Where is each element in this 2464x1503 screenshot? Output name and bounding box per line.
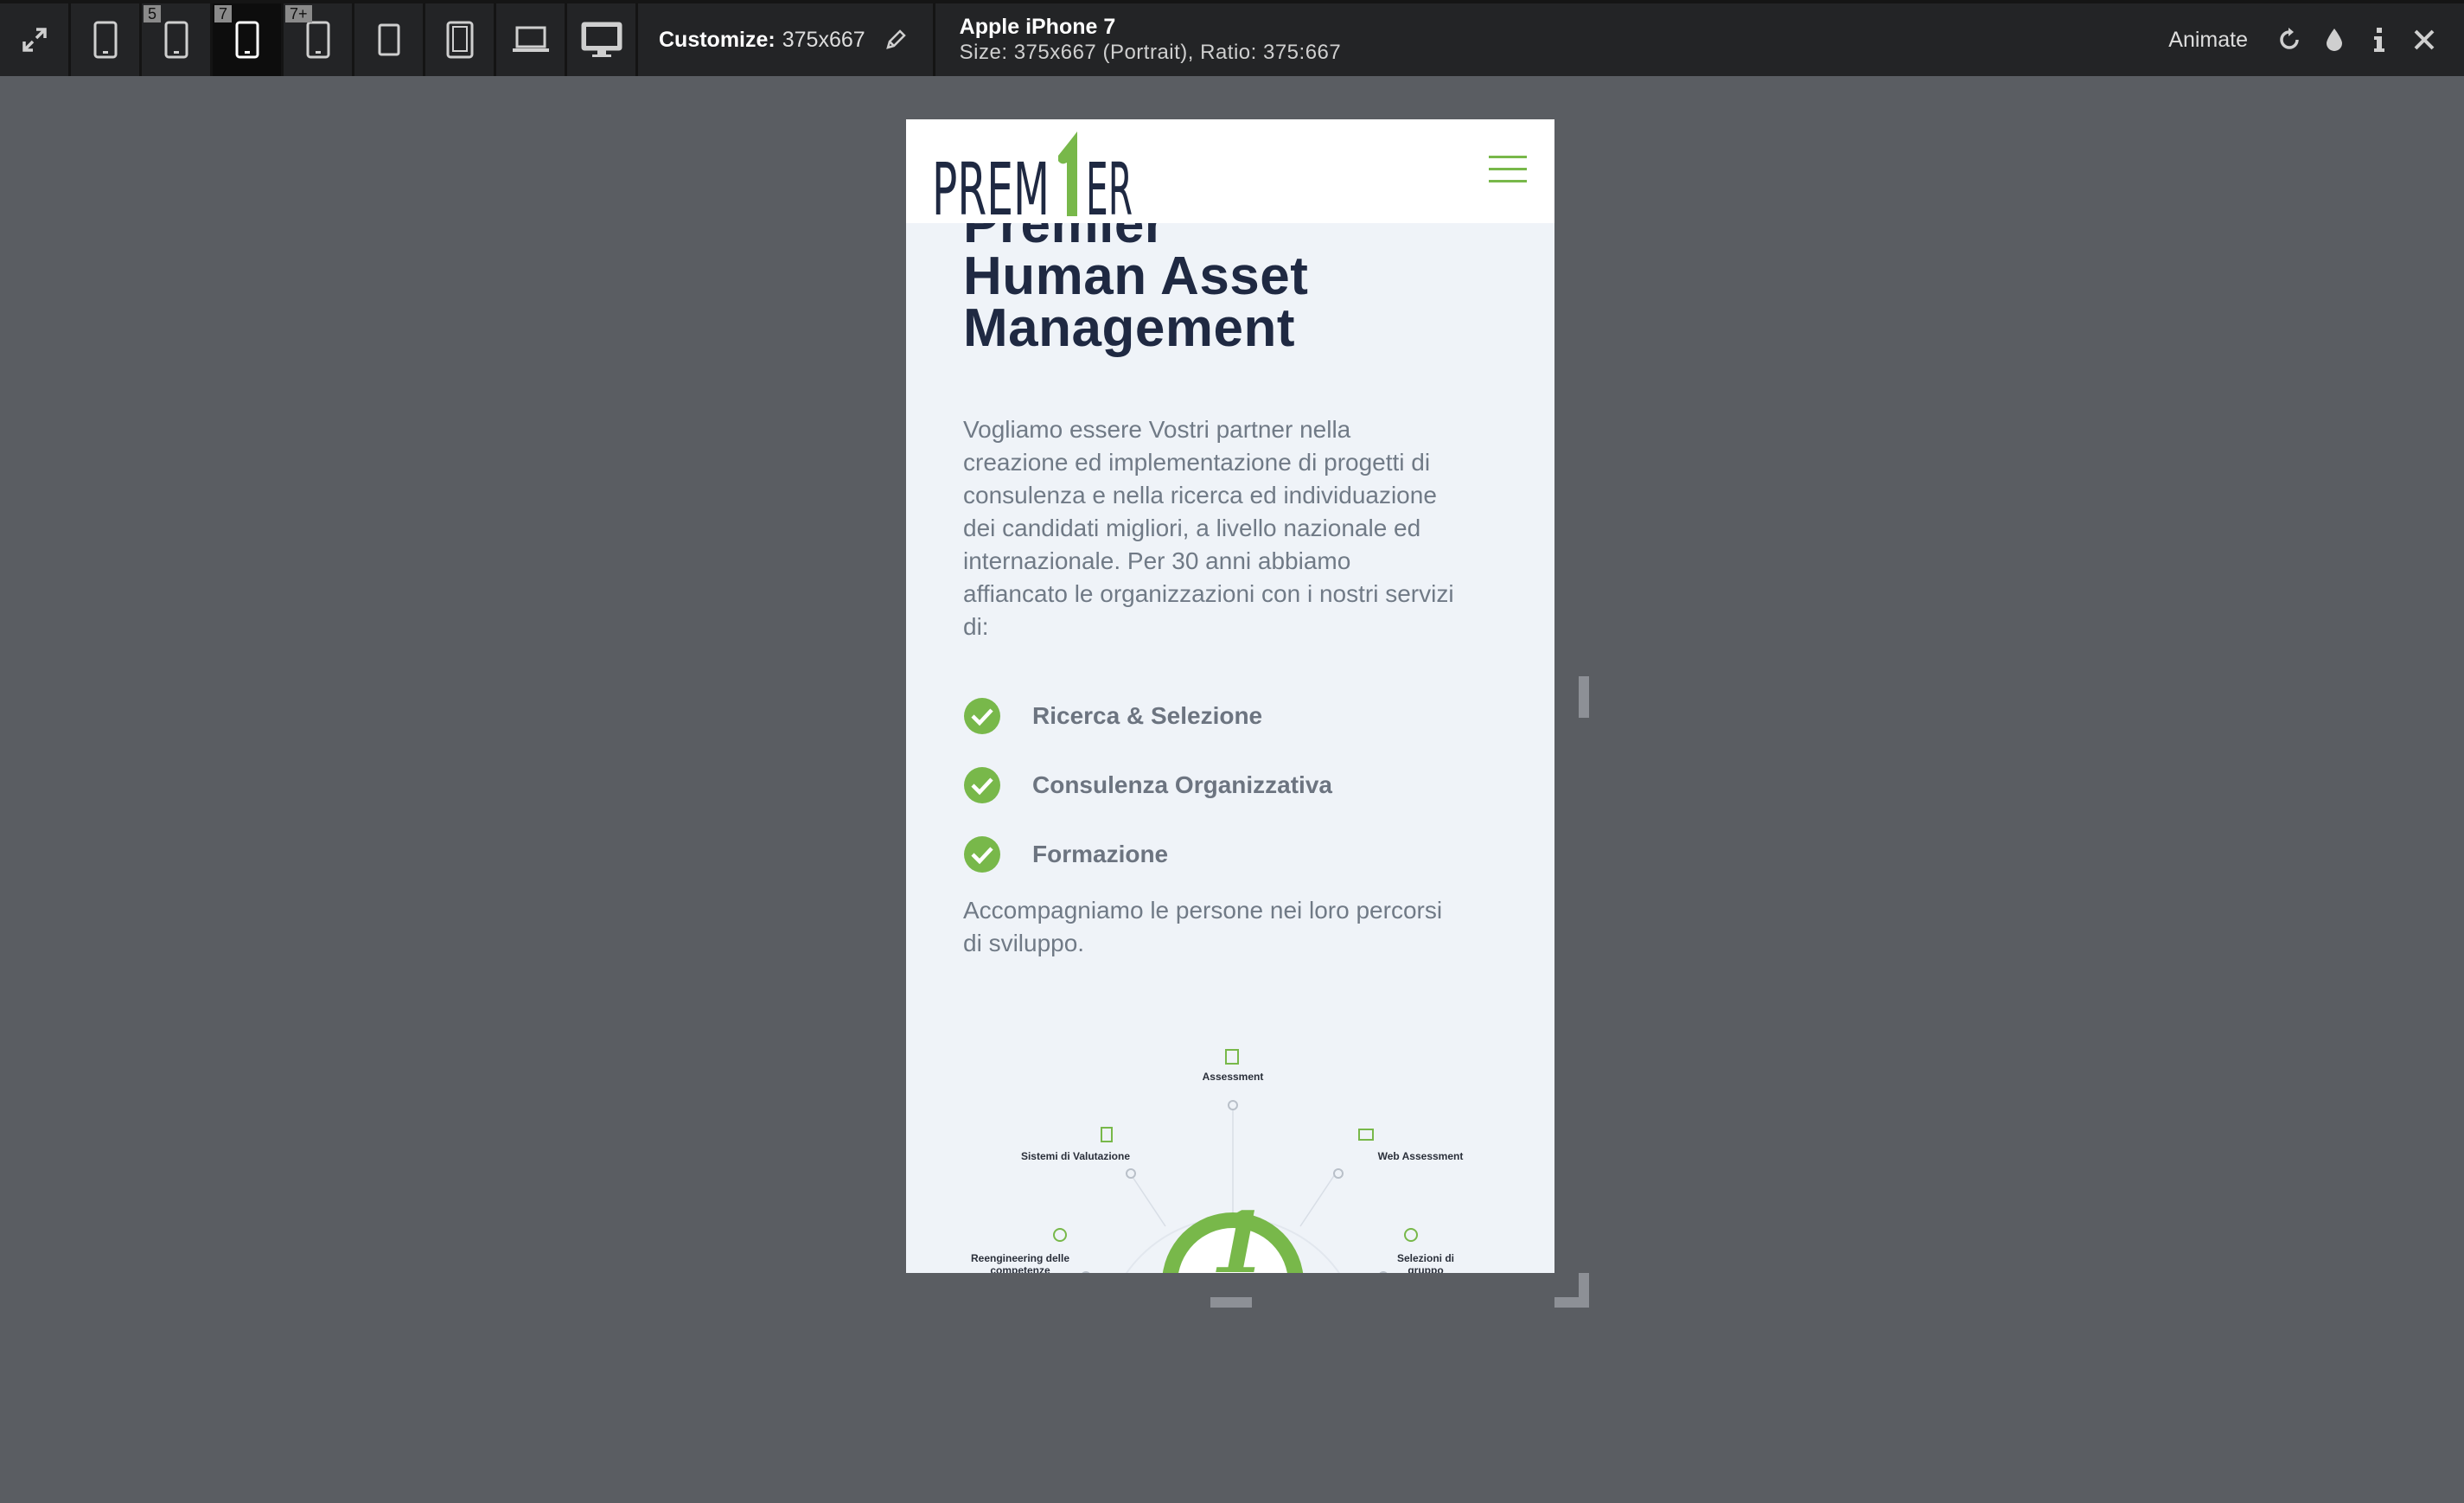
device-badge: 7+ (285, 5, 312, 22)
list-item: Ricerca & Selezione (963, 681, 1332, 751)
device-tablet-button[interactable] (425, 3, 496, 76)
hero-title-line2: Management (963, 298, 1295, 358)
resize-handle-bottom[interactable] (1210, 1297, 1252, 1308)
check-circle-icon (964, 767, 1000, 803)
device-badge: 5 (144, 5, 162, 22)
list-item: Formazione (963, 820, 1332, 889)
rotate-button[interactable] (2267, 17, 2312, 62)
phone-icon (93, 21, 117, 59)
hamburger-line (1489, 168, 1527, 170)
tablet-icon (446, 21, 473, 59)
info-icon (2374, 28, 2384, 52)
toolbar-actions: Animate (2168, 3, 2447, 76)
device-info: Apple iPhone 7 Size: 375x667 (Portrait),… (935, 3, 1342, 76)
drop-icon (2327, 29, 2342, 51)
animate-toggle[interactable]: Animate (2168, 28, 2248, 53)
customize-label: Customize: (659, 27, 776, 52)
device-iphone-5-button[interactable]: 5 (142, 3, 213, 76)
device-iphone-4-button[interactable] (71, 3, 142, 76)
device-badge: 7 (214, 5, 233, 22)
close-icon (2414, 29, 2435, 50)
tablet-icon (378, 23, 399, 56)
phone-icon (235, 21, 259, 59)
phone-icon (306, 21, 329, 59)
list-item: Consulenza Organizzativa (963, 751, 1332, 820)
rotate-icon (2280, 28, 2299, 49)
service-label: Formazione (1032, 841, 1169, 867)
device-desktop-button[interactable] (567, 3, 638, 76)
menu-toggle[interactable] (1489, 156, 1527, 185)
close-button[interactable] (2402, 17, 2447, 62)
diagram-label-assessment: Assessment (1202, 1071, 1264, 1083)
diagram-label-selezioni: Selezioni di gruppo (1396, 1252, 1454, 1273)
phone-icon (164, 21, 188, 59)
resize-handle-right[interactable] (1579, 676, 1589, 718)
intro-paragraph: Vogliamo essere Vostri partner nella cre… (963, 416, 1454, 640)
services-diagram: 1 Assessment Sistemi di Valutazione Web … (906, 1010, 1554, 1273)
diagram-label-web: Web Assessment (1377, 1150, 1464, 1162)
device-iphone-7-plus-button[interactable]: 7+ (284, 3, 354, 76)
check-circle-icon (964, 836, 1000, 873)
hero-title-line1: Human Asset (963, 246, 1309, 306)
pencil-icon[interactable] (884, 29, 907, 51)
diagram-center-numeral: 1 (1210, 1194, 1268, 1274)
diagram-label-sistemi: Sistemi di Valutazione (1020, 1150, 1131, 1162)
device-iphone-7-button[interactable]: 7 (213, 3, 284, 76)
resize-handle-corner[interactable] (1554, 1273, 1589, 1308)
services-list: Ricerca & Selezione Consulenza Organizza… (963, 681, 1332, 889)
device-name: Apple iPhone 7 (959, 15, 1116, 39)
responsive-toolbar: 5 7 7+ Customize: 375x667 Apple iPhone 7… (0, 0, 2464, 76)
customize-value[interactable]: 375x667 (782, 28, 865, 53)
device-small-tablet-button[interactable] (354, 3, 425, 76)
diagram-label-reengineering: Reengineering delle competenze (970, 1252, 1070, 1273)
premier-logo: PREM ER (932, 131, 1133, 232)
hamburger-line (1489, 156, 1527, 158)
service-label: Ricerca & Selezione (1032, 702, 1263, 729)
check-circle-icon (964, 698, 1000, 734)
site-header: PREM ER (906, 119, 1554, 232)
device-laptop-button[interactable] (496, 3, 567, 76)
color-theme-button[interactable] (2312, 17, 2357, 62)
svg-text:PREM: PREM (932, 147, 1050, 221)
desktop-icon (581, 22, 622, 57)
info-button[interactable] (2357, 17, 2402, 62)
customize-size-control[interactable]: Customize: 375x667 (638, 3, 935, 76)
svg-text:ER: ER (1086, 147, 1133, 221)
device-viewport[interactable]: PREM ER Premier Human Asset Management V… (906, 119, 1554, 1273)
laptop-icon (512, 26, 549, 52)
expand-icon (22, 28, 47, 52)
site-logo[interactable]: PREM ER (932, 126, 1139, 232)
hamburger-line (1489, 180, 1527, 182)
service-label: Consulenza Organizzativa (1032, 771, 1332, 798)
device-size: Size: 375x667 (Portrait), Ratio: 375:667 (959, 41, 1342, 64)
outro-paragraph: Accompagniamo le persone nei loro percor… (963, 897, 1443, 956)
fullscreen-button[interactable] (0, 3, 71, 76)
